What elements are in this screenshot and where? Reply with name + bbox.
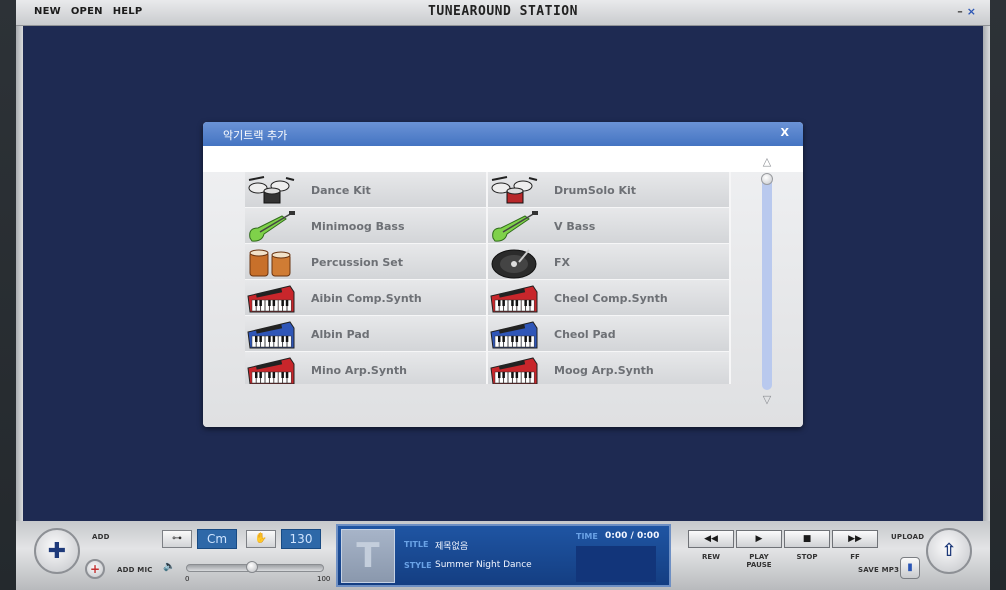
save-mp3-label: SAVE MP3 — [858, 566, 900, 574]
blue-synth-icon — [489, 318, 539, 351]
instrument-item[interactable]: Cheol Comp.Synth — [488, 280, 731, 316]
instrument-list: Dance Kit DrumSolo Kit Minimoog Bass V Bass… — [245, 172, 731, 384]
key-icon[interactable]: ⊶ — [162, 530, 192, 548]
scroll-down-icon[interactable]: ▽ — [760, 394, 774, 406]
tempo-hand-icon[interactable]: ✋ — [246, 530, 276, 548]
bass-guitar-icon — [489, 210, 539, 243]
dialog-body: Dance Kit DrumSolo Kit Minimoog Bass V Bass… — [203, 146, 803, 427]
play-pause-label: PLAY PAUSE — [746, 553, 772, 569]
save-mp3-button[interactable]: ▮ — [900, 557, 920, 579]
instrument-item[interactable]: Albin Pad — [245, 316, 488, 352]
add-instrument-dialog: 악기트랙 추가 X Dance Kit DrumSolo Kit Minimoog … — [203, 122, 803, 427]
speaker-icon: 🔈 — [163, 561, 176, 572]
instrument-label: Percussion Set — [311, 256, 404, 269]
tempo-value[interactable]: 130 — [281, 529, 321, 549]
upload-label: UPLOAD — [891, 533, 925, 541]
red-synth-icon — [246, 354, 296, 384]
add-track-button[interactable]: ✚ — [34, 528, 80, 574]
red-synth-icon — [489, 282, 539, 315]
minimize-button[interactable]: – — [957, 5, 963, 19]
volume-min-label: 0 — [185, 575, 190, 583]
play-pause-button[interactable]: ▶ — [736, 530, 782, 548]
instrument-item[interactable]: V Bass — [488, 208, 731, 244]
instrument-item[interactable]: Dance Kit — [245, 172, 488, 208]
frame-left-edge — [16, 26, 23, 521]
rewind-label: REW — [702, 553, 720, 561]
plus-red-icon: + — [89, 562, 101, 576]
add-mic-button[interactable]: + — [85, 559, 105, 579]
dialog-title: 악기트랙 추가 — [223, 129, 288, 142]
close-window-button[interactable]: × — [967, 5, 976, 19]
upload-button[interactable]: ⇧ — [926, 528, 972, 574]
add-label: ADD — [92, 533, 110, 541]
rewind-button[interactable]: ◀◀ — [688, 530, 734, 548]
red-synth-icon — [246, 282, 296, 315]
save-icon: ▮ — [907, 562, 913, 573]
scroll-thumb[interactable] — [761, 173, 773, 185]
turntable-icon — [489, 246, 539, 279]
fast-forward-button[interactable]: ▶▶ — [832, 530, 878, 548]
instrument-item[interactable]: Minimoog Bass — [245, 208, 488, 244]
dialog-close-button[interactable]: X — [781, 126, 789, 139]
drum-kit-icon — [246, 174, 296, 207]
key-value[interactable]: Cm — [197, 529, 237, 549]
instrument-label: Mino Arp.Synth — [311, 364, 407, 377]
add-mic-label: ADD MIC — [117, 566, 153, 574]
instrument-label: Albin Pad — [311, 328, 370, 341]
window-controls: – × — [957, 5, 976, 19]
drum-kit-red-icon — [489, 174, 539, 207]
plus-icon: ✚ — [47, 539, 67, 564]
instrument-label: Dance Kit — [311, 184, 371, 197]
stop-button[interactable]: ■ — [784, 530, 830, 548]
scroll-track[interactable] — [762, 174, 772, 390]
instrument-item[interactable]: FX — [488, 244, 731, 280]
stop-label: STOP — [796, 553, 818, 561]
instrument-label: DrumSolo Kit — [554, 184, 637, 197]
time-display-area — [576, 546, 656, 582]
instrument-item[interactable]: DrumSolo Kit — [488, 172, 731, 208]
control-bar: ✚ ADD + ADD MIC ⊶ Cm ✋ 130 🔈 0 100 T TIT… — [16, 521, 990, 590]
instrument-scrollbar[interactable]: △ ▽ — [760, 156, 774, 406]
app-frame: NEW OPEN HELP TUNEAROUND STATION – × 악기트… — [0, 0, 1006, 590]
instrument-label: Cheol Comp.Synth — [554, 292, 668, 305]
dialog-header: 악기트랙 추가 X — [203, 122, 803, 146]
instrument-item[interactable]: Cheol Pad — [488, 316, 731, 352]
now-playing-panel: T TITLE 제목없음 STYLE Summer Night Dance TI… — [336, 524, 671, 587]
red-synth-icon — [489, 354, 539, 384]
instrument-item[interactable]: Mino Arp.Synth — [245, 352, 488, 384]
app-title: TUNEAROUND STATION — [428, 4, 578, 19]
style-key: STYLE — [404, 561, 432, 570]
track-style: Summer Night Dance — [435, 560, 532, 570]
frame-right-edge — [983, 26, 990, 521]
instrument-item[interactable]: Percussion Set — [245, 244, 488, 280]
title-key: TITLE — [404, 540, 429, 549]
upload-arrow-icon: ⇧ — [941, 540, 957, 561]
fast-forward-label: FF — [850, 553, 860, 561]
instrument-label: FX — [554, 256, 570, 269]
instrument-label: V Bass — [554, 220, 596, 233]
instrument-item[interactable]: Aibin Comp.Synth — [245, 280, 488, 316]
time-key: TIME — [576, 532, 598, 541]
track-thumbnail: T — [341, 529, 395, 583]
scroll-up-icon[interactable]: △ — [760, 156, 774, 168]
thumbnail-letter: T — [356, 536, 380, 576]
blue-synth-icon — [246, 318, 296, 351]
instrument-label: Moog Arp.Synth — [554, 364, 654, 377]
volume-max-label: 100 — [317, 575, 331, 583]
instrument-label: Minimoog Bass — [311, 220, 405, 233]
title-bar: NEW OPEN HELP TUNEAROUND STATION – × — [16, 0, 990, 26]
time-value: 0:00 / 0:00 — [605, 531, 660, 541]
instrument-label: Cheol Pad — [554, 328, 616, 341]
track-title: 제목없음 — [435, 542, 469, 552]
instrument-item[interactable]: Moog Arp.Synth — [488, 352, 731, 384]
bass-guitar-icon — [246, 210, 296, 243]
instrument-label: Aibin Comp.Synth — [311, 292, 422, 305]
bongo-icon — [246, 246, 296, 279]
